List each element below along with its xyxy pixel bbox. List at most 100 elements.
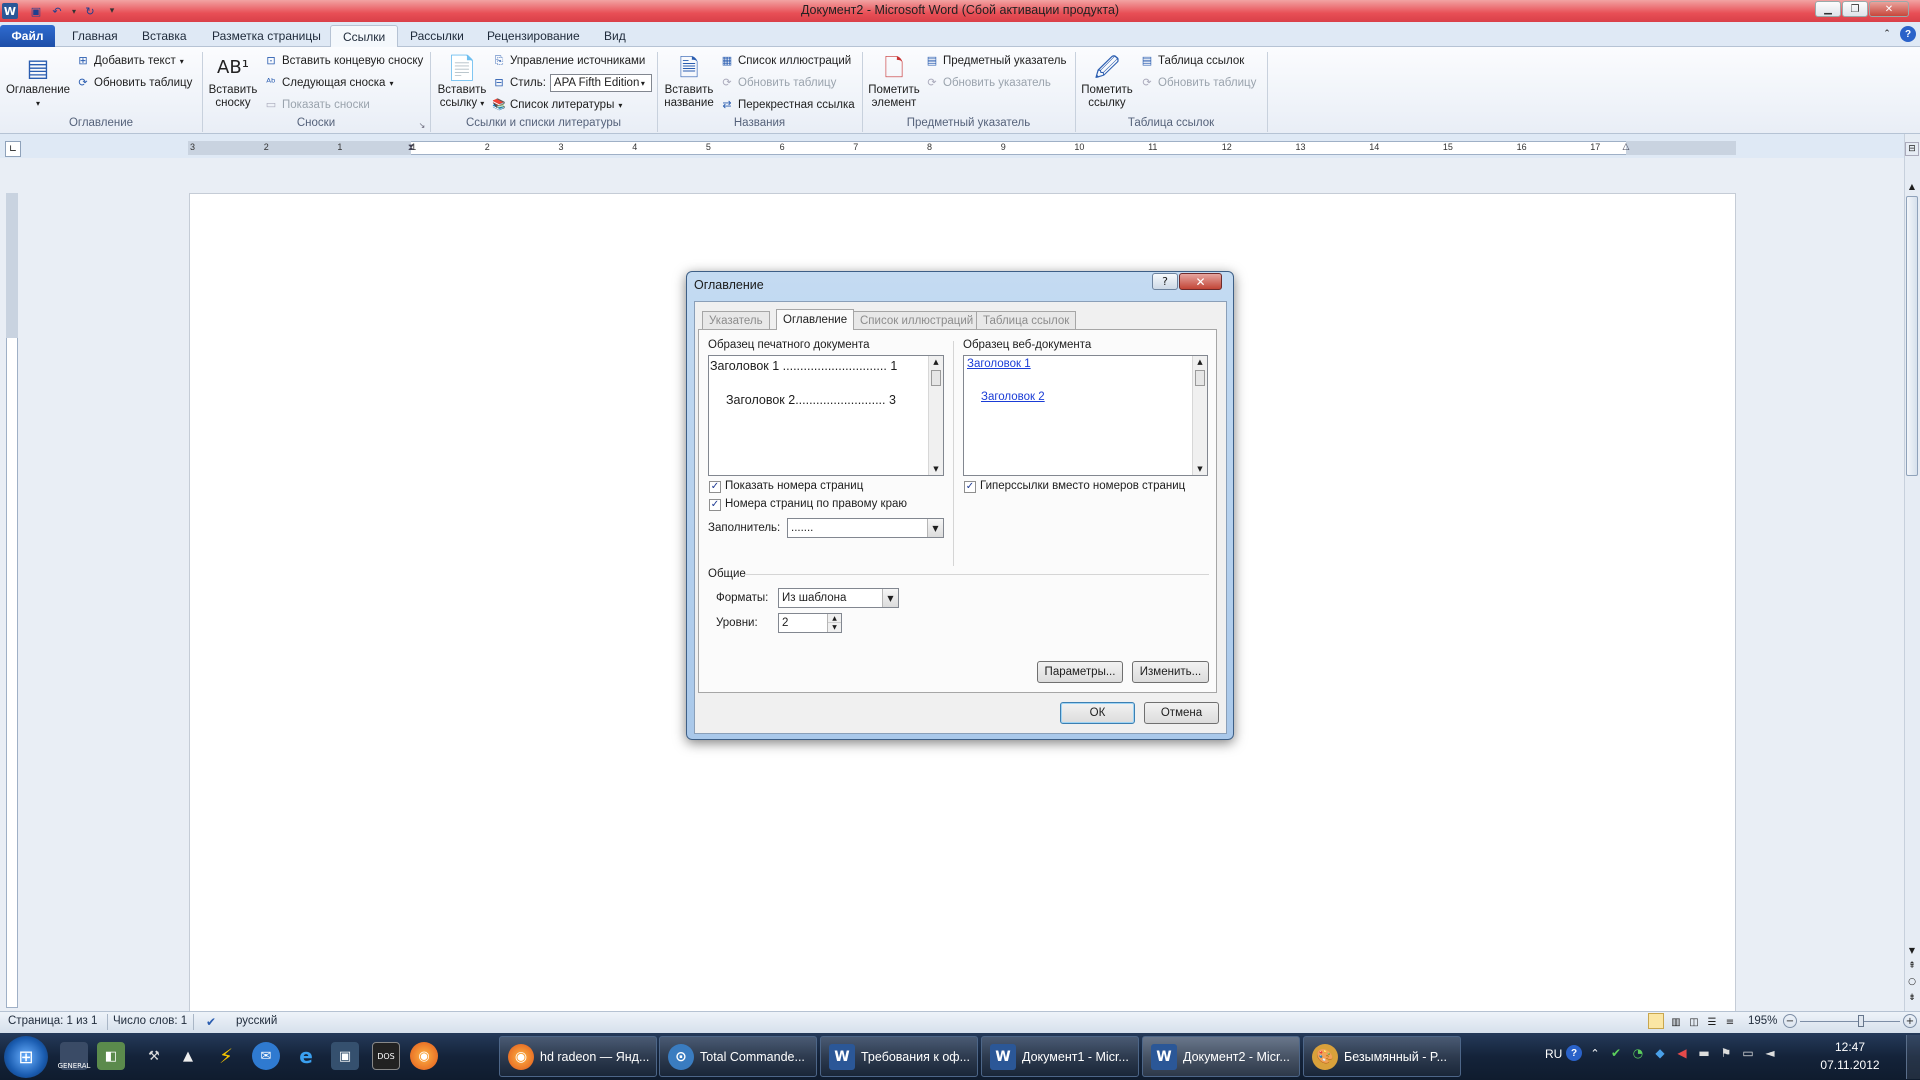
- scroll-up-icon[interactable]: ▲: [1193, 356, 1207, 368]
- cross-reference-button[interactable]: ⇄ Перекрестная ссылка: [720, 96, 854, 114]
- taskbar-item-word-requirements[interactable]: W Требования к оф...: [820, 1036, 978, 1077]
- scrollbar-thumb[interactable]: [1195, 370, 1205, 386]
- insert-caption-button[interactable]: 🗎 Вставить название: [660, 52, 718, 110]
- options-button[interactable]: Параметры...: [1037, 661, 1123, 683]
- tray-flag-icon[interactable]: ⚑: [1718, 1045, 1734, 1061]
- minimize-button[interactable]: ▁: [1815, 1, 1841, 17]
- tab-view[interactable]: Вид: [592, 25, 638, 47]
- tray-monitor-icon[interactable]: ▭: [1740, 1045, 1756, 1061]
- right-indent-marker-icon[interactable]: △: [1620, 140, 1632, 154]
- tab-toc[interactable]: Оглавление: [776, 309, 855, 330]
- maximize-button[interactable]: ❐: [1842, 1, 1868, 17]
- use-hyperlinks-checkbox[interactable]: ✓: [964, 481, 976, 493]
- page-count-status[interactable]: Страница: 1 из 1: [8, 1015, 97, 1027]
- taskbar-item-document1[interactable]: W Документ1 - Micr...: [981, 1036, 1139, 1077]
- tools-icon[interactable]: ⚒: [140, 1042, 168, 1070]
- tab-selector-icon[interactable]: ∟: [5, 141, 21, 157]
- update-table-button[interactable]: ⟳ Обновить таблицу: [76, 74, 192, 92]
- tab-leader-select[interactable]: ....... ▼: [787, 518, 944, 538]
- scroll-up-icon[interactable]: ▲: [929, 356, 943, 368]
- windows-start-icon[interactable]: ⊞: [4, 1036, 48, 1078]
- firefox-icon[interactable]: ◉: [410, 1042, 438, 1070]
- chevron-down-icon[interactable]: ▼: [927, 519, 943, 537]
- clock-date[interactable]: 07.11.2012: [1814, 1058, 1886, 1072]
- modify-button[interactable]: Изменить...: [1132, 661, 1209, 683]
- mark-entry-button[interactable]: 🗋 Пометить элемент: [865, 52, 923, 110]
- outline-view-icon[interactable]: ☰: [1704, 1014, 1720, 1030]
- help-icon[interactable]: ?: [1900, 26, 1916, 42]
- scroll-down-icon[interactable]: ▼: [929, 463, 943, 475]
- stepper-up-icon[interactable]: ▲: [828, 614, 841, 623]
- tray-expand-icon[interactable]: ⌃: [1588, 1045, 1602, 1061]
- tab-insert[interactable]: Вставка: [130, 25, 199, 47]
- zoom-slider-track[interactable]: [1800, 1021, 1900, 1022]
- tray-device-icon[interactable]: ▬: [1696, 1045, 1712, 1061]
- cancel-button[interactable]: Отмена: [1144, 702, 1219, 724]
- taskbar-item-document2[interactable]: W Документ2 - Micr...: [1142, 1036, 1300, 1077]
- levels-stepper[interactable]: 2 ▲ ▼: [778, 613, 842, 633]
- scrollbar-thumb[interactable]: [931, 370, 941, 386]
- web-layout-view-icon[interactable]: ◫: [1686, 1014, 1702, 1030]
- web-preview-heading-1-link[interactable]: Заголовок 1: [967, 358, 1031, 370]
- window-manager-icon[interactable]: ▣: [331, 1042, 359, 1070]
- horizontal-ruler[interactable]: [188, 141, 1736, 155]
- proofing-icon[interactable]: ✔: [203, 1014, 219, 1030]
- close-button[interactable]: ✕: [1869, 1, 1909, 17]
- taskbar-item-total-commander[interactable]: ⊙ Total Commande...: [659, 1036, 817, 1077]
- tab-authorities[interactable]: Таблица ссылок: [976, 311, 1077, 329]
- ok-button[interactable]: ОК: [1060, 702, 1135, 724]
- zoom-out-icon[interactable]: −: [1783, 1014, 1797, 1028]
- zoom-in-icon[interactable]: +: [1903, 1014, 1917, 1028]
- minimize-ribbon-icon[interactable]: ⌃: [1880, 27, 1894, 41]
- next-page-icon[interactable]: ⇟: [1905, 992, 1919, 1004]
- browse-object-icon[interactable]: ○: [1905, 976, 1919, 988]
- dos-box-icon[interactable]: DOS: [372, 1042, 400, 1070]
- next-footnote-button[interactable]: ᴬᵇ Следующая сноска ▾: [264, 74, 393, 92]
- update-index-button[interactable]: ⟳ Обновить указатель: [925, 74, 1050, 92]
- scroll-down-icon[interactable]: ▼: [1905, 944, 1919, 956]
- tray-update-icon[interactable]: ◔: [1630, 1045, 1646, 1061]
- view-ruler-icon[interactable]: ⊟: [1905, 142, 1919, 156]
- input-language[interactable]: RU: [1545, 1047, 1562, 1061]
- tab-page-layout[interactable]: Разметка страницы: [200, 25, 333, 47]
- taskbar-item-paint[interactable]: 🎨 Безымянный - P...: [1303, 1036, 1461, 1077]
- show-desktop-button[interactable]: [1906, 1035, 1920, 1079]
- tray-network-icon[interactable]: ◆: [1652, 1045, 1668, 1061]
- indent-marker-icon[interactable]: ⧗: [405, 136, 417, 160]
- clock-time[interactable]: 12:47: [1824, 1040, 1876, 1054]
- formats-select[interactable]: Из шаблона ▼: [778, 588, 899, 608]
- insert-authorities-button[interactable]: ▤ Таблица ссылок: [1140, 52, 1245, 70]
- scroll-down-icon[interactable]: ▼: [1193, 463, 1207, 475]
- web-preview-heading-2-link[interactable]: Заголовок 2: [981, 391, 1045, 403]
- insert-index-button[interactable]: ▤ Предметный указатель: [925, 52, 1067, 70]
- tray-sync-icon[interactable]: ✔: [1608, 1045, 1624, 1061]
- add-text-button[interactable]: ⊞ Добавить текст ▾: [76, 52, 183, 70]
- update-authorities-button[interactable]: ⟳ Обновить таблицу: [1140, 74, 1256, 92]
- tab-home[interactable]: Главная: [60, 25, 130, 47]
- tab-figures[interactable]: Список иллюстраций: [853, 311, 981, 329]
- internet-explorer-icon[interactable]: e: [292, 1042, 320, 1070]
- insert-table-of-figures-button[interactable]: ▦ Список иллюстраций: [720, 52, 851, 70]
- bibliography-button[interactable]: 📚 Список литературы ▾: [492, 96, 622, 114]
- tab-references[interactable]: Ссылки: [330, 25, 399, 47]
- print-preview-scrollbar[interactable]: ▲ ▼: [928, 356, 943, 475]
- toc-button[interactable]: ▤ Оглавление ▾: [4, 52, 72, 110]
- zoom-slider-thumb[interactable]: [1858, 1015, 1864, 1027]
- previous-page-icon[interactable]: ⇞: [1905, 960, 1919, 972]
- right-align-checkbox[interactable]: ✓: [709, 499, 721, 511]
- dialog-close-button[interactable]: ✕: [1179, 273, 1222, 290]
- footnotes-dialog-launcher-icon[interactable]: ↘: [417, 120, 427, 130]
- dialog-help-button[interactable]: ?: [1152, 273, 1178, 290]
- citation-style-combo[interactable]: APA Fifth Edition ▾: [549, 74, 652, 92]
- tab-review[interactable]: Рецензирование: [475, 25, 592, 47]
- thunderbird-icon[interactable]: ✉: [252, 1042, 280, 1070]
- general-app-icon[interactable]: GENERAL: [58, 1042, 90, 1070]
- print-layout-view-icon[interactable]: [1648, 1013, 1664, 1029]
- manage-sources-button[interactable]: ⎘ Управление источниками: [492, 52, 646, 70]
- print-preview-box[interactable]: Заголовок 1 ............................…: [708, 355, 944, 476]
- lightning-icon[interactable]: ⚡: [212, 1042, 240, 1070]
- tab-index[interactable]: Указатель: [702, 311, 770, 329]
- show-notes-button[interactable]: ▭ Показать сноски: [264, 96, 370, 114]
- language-help-icon[interactable]: ?: [1566, 1045, 1582, 1061]
- app-triangle-icon[interactable]: ▲: [174, 1042, 202, 1070]
